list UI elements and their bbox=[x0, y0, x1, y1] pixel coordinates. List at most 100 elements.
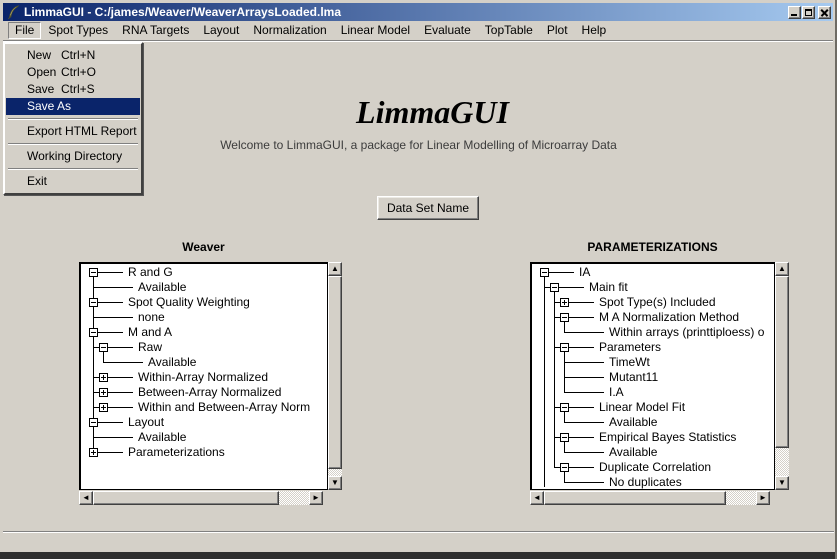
expand-box-icon[interactable] bbox=[99, 388, 108, 397]
menubar-item-plot[interactable]: Plot bbox=[540, 22, 575, 39]
scroll-right-button[interactable]: ► bbox=[756, 491, 770, 505]
tree-connector-line bbox=[564, 392, 604, 393]
scrollbar-track[interactable] bbox=[328, 469, 342, 476]
minimize-button[interactable] bbox=[788, 6, 801, 19]
tree-item-raw[interactable]: Raw bbox=[138, 340, 162, 355]
tree-item-within-arrays-printtiploess-o[interactable]: Within arrays (printtiploess) o bbox=[609, 325, 764, 340]
scrollbar-track[interactable] bbox=[279, 491, 309, 505]
collapse-box-icon[interactable] bbox=[560, 343, 569, 352]
tree-item-ia[interactable]: IA bbox=[579, 265, 590, 280]
menubar-item-help[interactable]: Help bbox=[575, 22, 614, 39]
collapse-box-icon[interactable] bbox=[560, 313, 569, 322]
menu-item-open[interactable]: OpenCtrl+O bbox=[6, 64, 140, 81]
expand-box-icon[interactable] bbox=[99, 373, 108, 382]
scroll-right-button[interactable]: ► bbox=[309, 491, 323, 505]
collapse-box-icon[interactable] bbox=[550, 283, 559, 292]
menu-item-shortcut: Ctrl+O bbox=[61, 64, 96, 81]
parameterizations-vertical-scrollbar[interactable]: ▲ ▼ bbox=[775, 262, 789, 490]
tree-item-available[interactable]: Available bbox=[138, 280, 186, 295]
tree-item-spot-type-s-included[interactable]: Spot Type(s) Included bbox=[599, 295, 716, 310]
scrollbar-thumb[interactable] bbox=[775, 276, 789, 448]
menu-item-save-as[interactable]: Save As bbox=[6, 98, 140, 115]
collapse-box-icon[interactable] bbox=[560, 463, 569, 472]
tree-connector-line bbox=[569, 302, 594, 303]
close-button[interactable] bbox=[818, 6, 831, 19]
scrollbar-track[interactable] bbox=[726, 491, 756, 505]
tree-item-no-duplicates[interactable]: No duplicates bbox=[609, 475, 682, 490]
collapse-box-icon[interactable] bbox=[560, 433, 569, 442]
tree-item-duplicate-correlation[interactable]: Duplicate Correlation bbox=[599, 460, 711, 475]
tree-item-between-array-normalized[interactable]: Between-Array Normalized bbox=[138, 385, 281, 400]
collapse-box-icon[interactable] bbox=[89, 418, 98, 427]
tree-item-linear-model-fit[interactable]: Linear Model Fit bbox=[599, 400, 685, 415]
window-title: LimmaGUI - C:/james/Weaver/WeaverArraysL… bbox=[24, 5, 787, 19]
scrollbar-thumb[interactable] bbox=[544, 491, 726, 505]
menu-item-new[interactable]: NewCtrl+N bbox=[6, 47, 140, 64]
scroll-left-button[interactable]: ◄ bbox=[79, 491, 93, 505]
scroll-up-button[interactable]: ▲ bbox=[328, 262, 342, 276]
tree-item-m-a-normalization-method[interactable]: M A Normalization Method bbox=[599, 310, 739, 325]
collapse-box-icon[interactable] bbox=[89, 268, 98, 277]
menubar-item-layout[interactable]: Layout bbox=[196, 22, 246, 39]
expand-box-icon[interactable] bbox=[89, 448, 98, 457]
menu-item-working-directory[interactable]: Working Directory bbox=[6, 148, 140, 165]
tree-item-timewt[interactable]: TimeWt bbox=[609, 355, 650, 370]
menubar-item-spot-types[interactable]: Spot Types bbox=[41, 22, 115, 39]
collapse-box-icon[interactable] bbox=[540, 268, 549, 277]
menubar-item-rna-targets[interactable]: RNA Targets bbox=[115, 22, 196, 39]
scroll-down-button[interactable]: ▼ bbox=[328, 476, 342, 490]
scroll-down-button[interactable]: ▼ bbox=[775, 476, 789, 490]
weaver-vertical-scrollbar[interactable]: ▲ ▼ bbox=[328, 262, 342, 490]
tree-connector-line bbox=[564, 322, 565, 332]
tree-connector-line bbox=[108, 347, 133, 348]
collapse-box-icon[interactable] bbox=[560, 403, 569, 412]
tree-item-mutant11[interactable]: Mutant11 bbox=[609, 370, 658, 385]
collapse-box-icon[interactable] bbox=[89, 298, 98, 307]
collapse-box-icon[interactable] bbox=[89, 328, 98, 337]
tree-item-parameterizations[interactable]: Parameterizations bbox=[128, 445, 225, 460]
parameterizations-tree[interactable]: IAMain fitSpot Type(s) IncludedM A Norma… bbox=[530, 262, 775, 490]
tree-connector-line bbox=[554, 292, 555, 467]
weaver-tree[interactable]: R and GAvailableSpot Quality Weightingno… bbox=[79, 262, 328, 490]
menu-item-exit[interactable]: Exit bbox=[6, 173, 140, 190]
scrollbar-thumb[interactable] bbox=[328, 276, 342, 469]
collapse-box-icon[interactable] bbox=[99, 343, 108, 352]
tree-item-m-and-a[interactable]: M and A bbox=[128, 325, 172, 340]
tree-item-within-array-normalized[interactable]: Within-Array Normalized bbox=[138, 370, 268, 385]
tree-item-layout[interactable]: Layout bbox=[128, 415, 164, 430]
menu-item-save[interactable]: SaveCtrl+S bbox=[6, 81, 140, 98]
scrollbar-thumb[interactable] bbox=[93, 491, 279, 505]
tree-item-within-and-between-array-norm[interactable]: Within and Between-Array Norm bbox=[138, 400, 310, 415]
title-bar[interactable]: LimmaGUI - C:/james/Weaver/WeaverArraysL… bbox=[3, 3, 833, 21]
scroll-up-button[interactable]: ▲ bbox=[775, 262, 789, 276]
menubar-item-normalization[interactable]: Normalization bbox=[246, 22, 333, 39]
weaver-horizontal-scrollbar[interactable]: ◄ ► bbox=[79, 491, 323, 505]
scroll-left-button[interactable]: ◄ bbox=[530, 491, 544, 505]
tree-item-parameters[interactable]: Parameters bbox=[599, 340, 661, 355]
tree-item-empirical-bayes-statistics[interactable]: Empirical Bayes Statistics bbox=[599, 430, 736, 445]
tree-item-r-and-g[interactable]: R and G bbox=[128, 265, 173, 280]
tree-item-i-a[interactable]: I.A bbox=[609, 385, 624, 400]
tree-item-available[interactable]: Available bbox=[148, 355, 196, 370]
tree-item-available[interactable]: Available bbox=[609, 415, 657, 430]
tree-item-spot-quality-weighting[interactable]: Spot Quality Weighting bbox=[128, 295, 250, 310]
menubar-item-file[interactable]: File bbox=[8, 22, 41, 39]
menu-item-export-html-report[interactable]: Export HTML Report bbox=[6, 123, 140, 140]
menubar-item-linear-model[interactable]: Linear Model bbox=[334, 22, 417, 39]
menubar-item-evaluate[interactable]: Evaluate bbox=[417, 22, 478, 39]
maximize-button[interactable] bbox=[802, 6, 815, 19]
tree-item-available[interactable]: Available bbox=[609, 445, 657, 460]
tree-item-none[interactable]: none bbox=[138, 310, 165, 325]
tree-connector-line bbox=[103, 352, 104, 362]
tree-item-available[interactable]: Available bbox=[138, 430, 186, 445]
tree-item-main-fit[interactable]: Main fit bbox=[589, 280, 628, 295]
expand-box-icon[interactable] bbox=[560, 298, 569, 307]
parameterizations-horizontal-scrollbar[interactable]: ◄ ► bbox=[530, 491, 770, 505]
maximize-icon bbox=[805, 9, 812, 16]
menu-item-shortcut: Ctrl+N bbox=[61, 47, 95, 64]
data-set-name-button[interactable]: Data Set Name bbox=[377, 196, 479, 220]
scrollbar-track[interactable] bbox=[775, 448, 789, 476]
expand-box-icon[interactable] bbox=[99, 403, 108, 412]
menubar-item-toptable[interactable]: TopTable bbox=[478, 22, 540, 39]
menu-item-label: Save bbox=[27, 82, 54, 96]
